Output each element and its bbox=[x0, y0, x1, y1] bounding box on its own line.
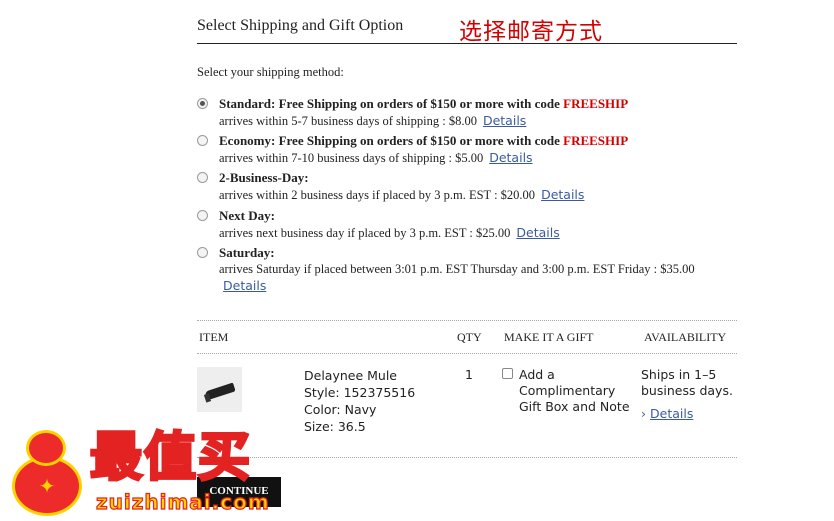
item-size: Size: 36.5 bbox=[304, 419, 366, 434]
radio-next-day[interactable] bbox=[197, 210, 208, 221]
item-qty: 1 bbox=[465, 367, 473, 382]
details-link[interactable]: Details bbox=[483, 113, 526, 128]
radio-2-business-day[interactable] bbox=[197, 172, 208, 183]
item-details: Delaynee Mule Style: 152375516 Color: Na… bbox=[304, 367, 415, 435]
details-link[interactable]: Details bbox=[223, 278, 266, 293]
availability-details[interactable]: › Details bbox=[641, 406, 693, 421]
item-style: Style: 152375516 bbox=[304, 385, 416, 400]
option-heading: 2-Business-Day: bbox=[219, 170, 309, 185]
option-description: arrives next business day if placed by 3… bbox=[219, 225, 560, 240]
option-heading: Economy: Free Shipping on orders of $150… bbox=[219, 133, 629, 148]
item-color: Color: Navy bbox=[304, 402, 377, 417]
item-name: Delaynee Mule bbox=[304, 368, 397, 383]
option-heading: Next Day: bbox=[219, 208, 275, 223]
column-header-item: ITEM bbox=[199, 330, 229, 344]
option-heading: Standard: Free Shipping on orders of $15… bbox=[219, 96, 629, 111]
chevron-right-icon: › bbox=[641, 406, 646, 421]
option-description: arrives within 7-10 business days of shi… bbox=[219, 150, 533, 165]
option-description: arrives Saturday if placed between 3:01 … bbox=[219, 262, 695, 276]
table-top-divider bbox=[197, 320, 737, 321]
gift-label: Add a Complimentary Gift Box and Note bbox=[519, 367, 630, 414]
column-header-gift: MAKE IT A GIFT bbox=[504, 330, 594, 344]
product-thumbnail[interactable] bbox=[197, 367, 242, 412]
option-description: arrives within 2 business days if placed… bbox=[219, 187, 585, 202]
table-header-divider bbox=[197, 353, 737, 354]
radio-saturday[interactable] bbox=[197, 247, 208, 258]
watermark-brand: 最值买 bbox=[88, 428, 253, 488]
shipping-method-prompt: Select your shipping method: bbox=[197, 65, 344, 79]
option-heading: Saturday: bbox=[219, 245, 275, 260]
watermark-domain: zuizhimai.com bbox=[95, 489, 270, 514]
option-description: arrives within 5-7 business days of ship… bbox=[219, 113, 527, 128]
details-link[interactable]: Details bbox=[541, 187, 584, 202]
title-divider bbox=[197, 43, 737, 44]
section-title: Select Shipping and Gift Option bbox=[197, 17, 404, 34]
column-header-qty: QTY bbox=[457, 330, 482, 344]
watermark-logo: ✦ 最值买 zuizhimai.com bbox=[8, 428, 298, 518]
details-link[interactable]: Details bbox=[650, 406, 693, 421]
promo-code: FREESHIP bbox=[563, 96, 629, 111]
column-header-availability: AVAILABILITY bbox=[644, 330, 727, 344]
chinese-annotation: 选择邮寄方式 bbox=[459, 19, 603, 45]
gift-checkbox[interactable] bbox=[502, 368, 513, 379]
details-link[interactable]: Details bbox=[489, 150, 532, 165]
availability-text: Ships in 1–5 business days. bbox=[641, 367, 733, 398]
radio-economy[interactable] bbox=[197, 135, 208, 146]
radio-standard[interactable] bbox=[197, 98, 208, 109]
promo-code: FREESHIP bbox=[563, 133, 629, 148]
details-link[interactable]: Details bbox=[516, 225, 559, 240]
